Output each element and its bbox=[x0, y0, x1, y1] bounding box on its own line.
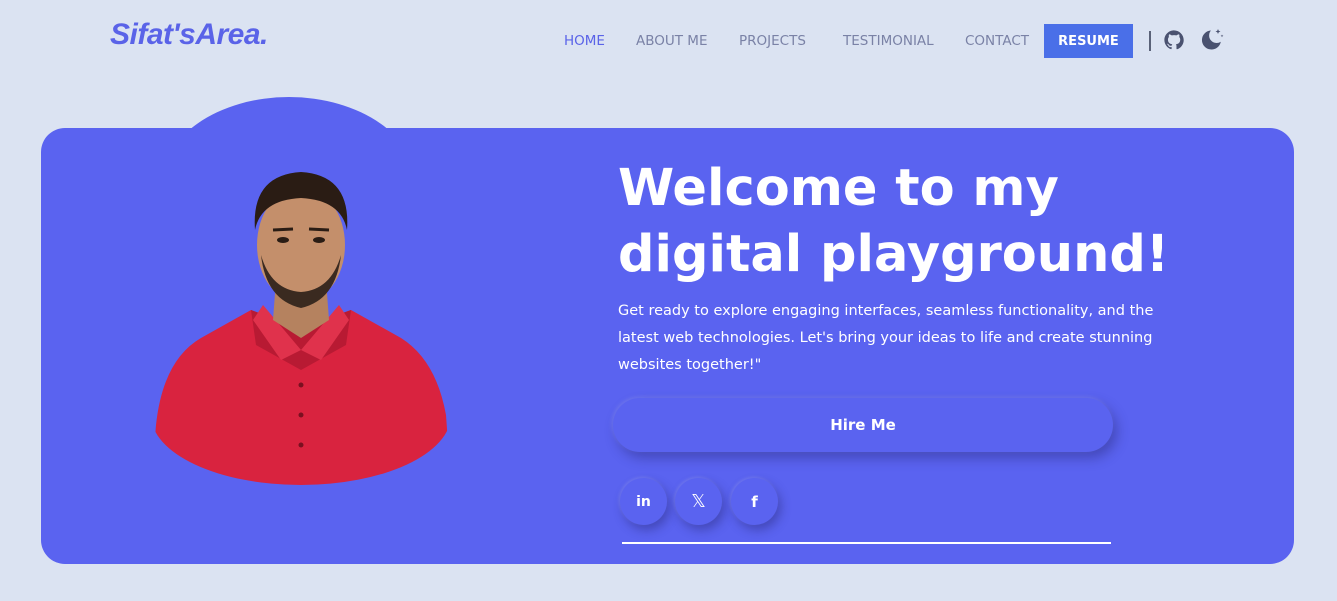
hero-divider-line bbox=[622, 542, 1111, 544]
nav-projects-link[interactable]: PROJECTS bbox=[739, 33, 806, 49]
x-twitter-icon[interactable]: 𝕏 bbox=[675, 478, 722, 525]
resume-button[interactable]: RESUME bbox=[1044, 24, 1133, 58]
nav-testimonial-link[interactable]: TESTIMONIAL bbox=[843, 33, 934, 49]
hero-section: Welcome to my digital playground! Get re… bbox=[41, 128, 1294, 564]
hero-description: Get ready to explore engaging interfaces… bbox=[618, 303, 1154, 373]
hero-title: Welcome to my digital playground! bbox=[618, 156, 1218, 288]
main-nav: HOME ABOUT ME PROJECTS TESTIMONIAL CONTA… bbox=[0, 24, 1337, 58]
nav-about-link[interactable]: ABOUT ME bbox=[636, 33, 707, 49]
profile-photo bbox=[151, 160, 451, 485]
hire-me-button[interactable]: Hire Me bbox=[613, 398, 1113, 452]
nav-divider bbox=[1149, 31, 1151, 51]
github-icon[interactable] bbox=[1160, 26, 1188, 54]
nav-contact-link[interactable]: CONTACT bbox=[965, 33, 1029, 49]
hero-title-line-2: digital playground! bbox=[618, 225, 1170, 284]
facebook-icon[interactable]: f bbox=[731, 478, 778, 525]
hero-title-line-1: Welcome to my bbox=[618, 159, 1059, 218]
dark-mode-moon-icon[interactable] bbox=[1198, 26, 1226, 54]
linkedin-icon[interactable]: in bbox=[620, 478, 667, 525]
nav-home-link[interactable]: HOME bbox=[564, 33, 605, 49]
